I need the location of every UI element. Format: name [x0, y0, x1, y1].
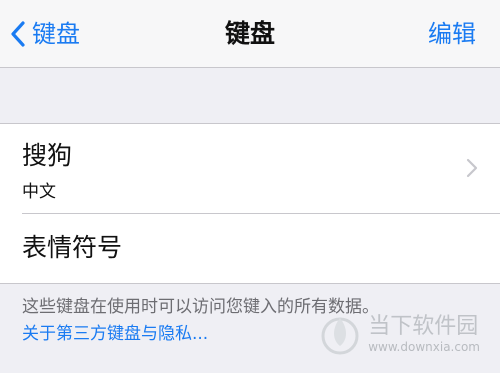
privacy-link[interactable]: 关于第三方键盘与隐私... [22, 319, 208, 344]
watermark-url: www.downxia.com [368, 340, 480, 354]
keyboard-language: 中文 [22, 182, 56, 202]
edit-button[interactable]: 编辑 [428, 16, 476, 52]
keyboard-list: 搜狗 中文 表情符号 [0, 123, 500, 284]
page-title: 键盘 [224, 19, 275, 48]
keyboard-name: 表情符号 [22, 233, 123, 262]
list-item-emoji[interactable]: 表情符号 [0, 213, 500, 283]
list-item-sogou[interactable]: 搜狗 中文 [0, 124, 500, 213]
watermark-name: 当下软件园 [368, 314, 479, 339]
keyboard-name: 搜狗 [22, 141, 73, 170]
navigation-bar: 键盘 键盘 编辑 [0, 0, 500, 68]
watermark: 当下软件园 www.downxia.com [320, 312, 480, 356]
chevron-right-icon [466, 158, 478, 178]
watermark-logo-icon [320, 312, 360, 356]
